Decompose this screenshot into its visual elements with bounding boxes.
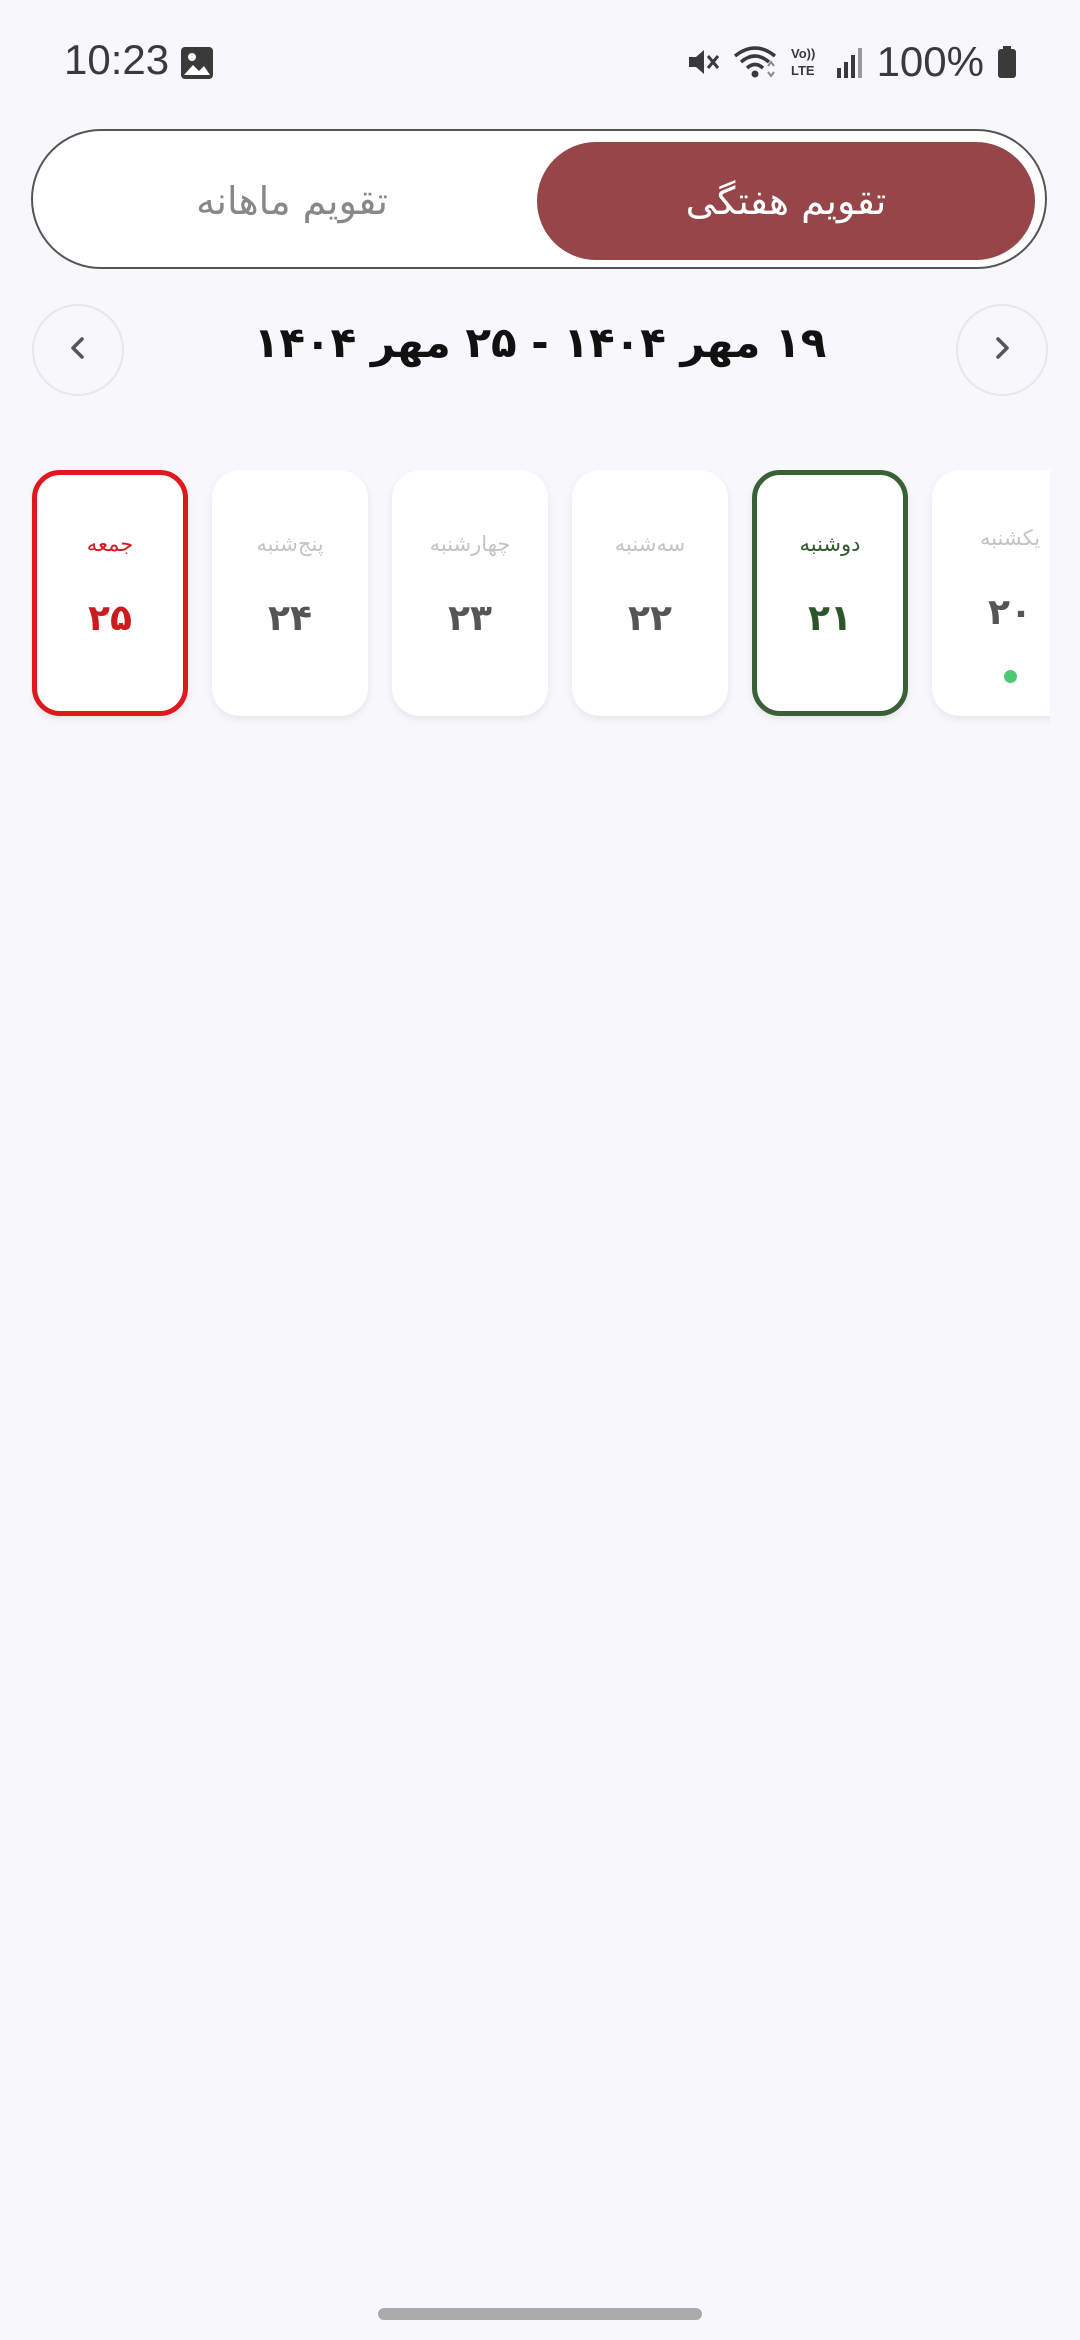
day-card-monday[interactable]: دوشنبه ۲۱: [752, 470, 908, 716]
calendar-view-toggle: تقویم هفتگی تقویم ماهانه: [31, 129, 1047, 269]
status-time: 10:23: [64, 36, 170, 83]
day-number: ۲۴: [268, 598, 312, 639]
mute-icon: [685, 44, 721, 80]
signal-icon: [835, 44, 865, 80]
day-card-friday[interactable]: جمعه ۲۵: [32, 470, 188, 716]
wifi-icon: [733, 44, 777, 80]
day-card-thursday[interactable]: پنج‌شنبه ۲۴: [212, 470, 368, 716]
day-card-sunday[interactable]: یکشنبه ۲۰: [932, 470, 1050, 716]
previous-week-button[interactable]: [32, 304, 124, 396]
week-range-title: ۱۹ مهر ۱۴۰۴ - ۲۵ مهر ۱۴۰۴: [253, 318, 827, 367]
day-number: ۲۰: [988, 592, 1032, 633]
chevron-left-icon: [66, 334, 90, 366]
day-number: ۲۳: [448, 598, 492, 639]
week-days-strip[interactable]: جمعه ۲۵ پنج‌شنبه ۲۴ چهارشنبه ۲۳ سه‌شنبه …: [30, 470, 1050, 730]
day-number: ۲۲: [628, 598, 672, 639]
status-icons: Vo)) LTE 100%: [673, 36, 1018, 88]
volte-icon: Vo)) LTE: [789, 44, 823, 80]
day-name: پنج‌شنبه: [256, 532, 324, 556]
day-number: ۲۱: [808, 598, 852, 639]
home-indicator[interactable]: [378, 2308, 702, 2320]
day-name: جمعه: [86, 532, 134, 556]
day-card-tuesday[interactable]: سه‌شنبه ۲۲: [572, 470, 728, 716]
day-name: سه‌شنبه: [614, 532, 686, 556]
day-name: چهارشنبه: [429, 532, 511, 556]
svg-text:Vo)): Vo)): [791, 46, 815, 61]
next-week-button[interactable]: [956, 304, 1048, 396]
battery-percent: 100%: [876, 38, 984, 85]
event-indicator-dot: [1004, 670, 1017, 683]
battery-icon: [996, 44, 1018, 80]
day-card-wednesday[interactable]: چهارشنبه ۲۳: [392, 470, 548, 716]
day-name: دوشنبه: [799, 532, 861, 556]
tab-monthly-calendar[interactable]: تقویم ماهانه: [43, 142, 541, 260]
chevron-right-icon: [990, 334, 1014, 366]
svg-text:LTE: LTE: [791, 63, 815, 78]
status-bar: 10:23 Vo)) LTE 100%: [0, 0, 1080, 125]
day-name: یکشنبه: [979, 526, 1041, 550]
tab-weekly-calendar[interactable]: تقویم هفتگی: [537, 142, 1035, 260]
gallery-icon: [180, 46, 214, 84]
day-number: ۲۵: [88, 598, 132, 639]
